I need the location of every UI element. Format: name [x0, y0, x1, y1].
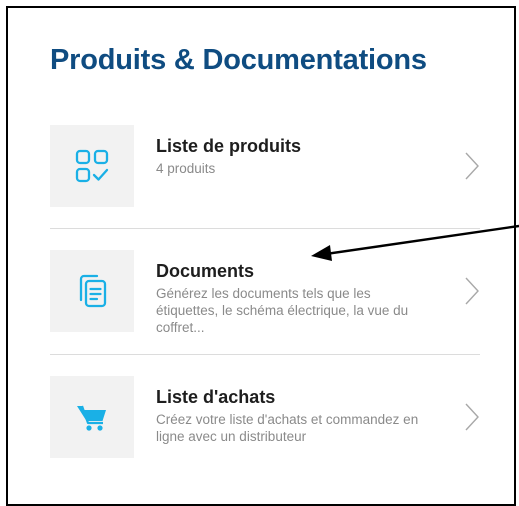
- chevron-right-icon: [465, 152, 479, 180]
- product-grid-check-icon: [75, 149, 109, 183]
- menu-item-icon-tile: [50, 125, 134, 207]
- menu-item-icon-tile: [50, 250, 134, 332]
- menu-item-description: 4 produits: [156, 161, 216, 176]
- menu-item-description: Créez votre liste d'achats et commandez …: [156, 412, 419, 444]
- menu-item-title: Documents: [156, 261, 255, 281]
- menu-item-liste-d-achats[interactable]: Liste d'achats Créez votre liste d'achat…: [50, 376, 480, 458]
- menu-item-title: Liste d'achats: [156, 387, 276, 407]
- menu-item-title: Liste de produits: [156, 136, 302, 156]
- divider: [50, 354, 480, 355]
- menu-item-liste-de-produits[interactable]: Liste de produits 4 produits: [50, 125, 480, 207]
- chevron-right-icon: [465, 277, 479, 305]
- documents-stack-icon: [79, 274, 107, 308]
- page-title: Produits & Documentations: [50, 44, 427, 76]
- shopping-cart-icon: [77, 405, 106, 431]
- chevron-right-icon: [465, 403, 479, 431]
- divider: [50, 228, 480, 229]
- menu-item-description: Générez les documents tels que les étiqu…: [156, 286, 409, 335]
- menu-item-icon-tile: [50, 376, 134, 458]
- menu-item-documents[interactable]: Documents Générez les documents tels que…: [50, 250, 480, 335]
